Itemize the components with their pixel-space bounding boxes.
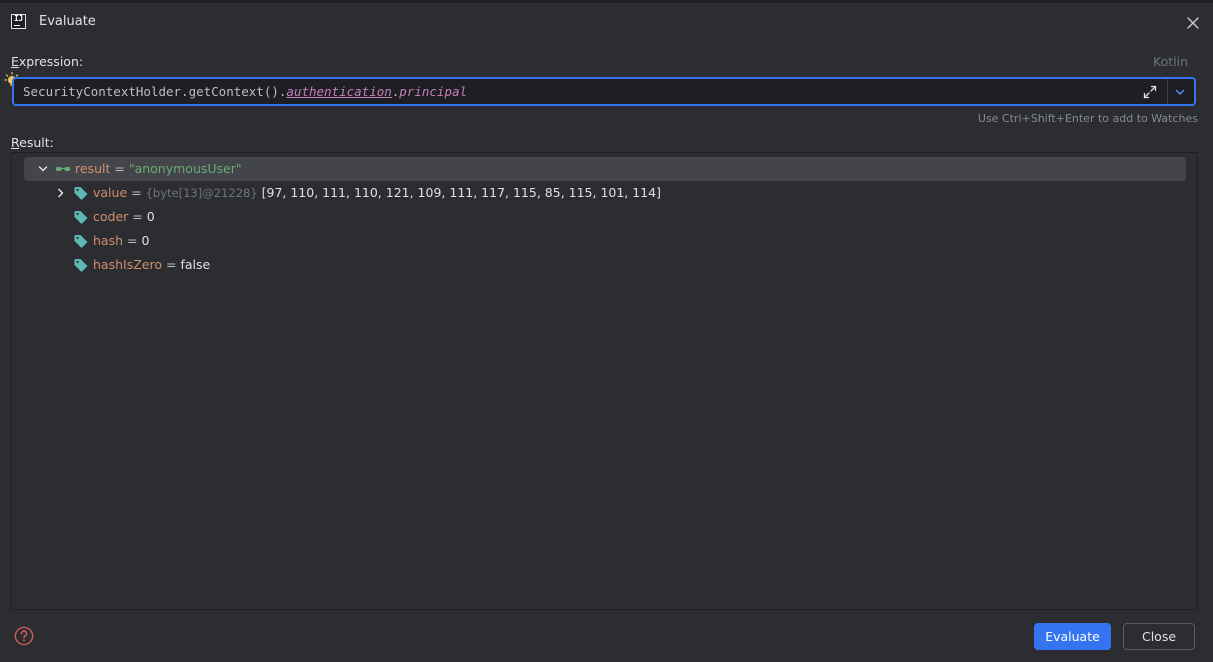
field-separator xyxy=(1167,79,1168,104)
node-name: coder xyxy=(93,209,129,224)
tree-row-hash[interactable]: hash = 0 xyxy=(24,229,1186,253)
node-name: value xyxy=(93,185,128,200)
title-top-edge xyxy=(0,0,1213,3)
help-icon[interactable] xyxy=(14,626,34,646)
field-tag-icon xyxy=(74,235,88,248)
intellij-idea-icon: IJ xyxy=(11,14,26,29)
language-indicator: Kotlin xyxy=(1153,54,1188,69)
node-equals: = xyxy=(165,257,177,272)
node-name: result xyxy=(75,161,111,176)
evaluate-dialog: IJ Evaluate Expression: Kotlin SecurityC… xyxy=(0,0,1213,662)
evaluate-button[interactable]: Evaluate xyxy=(1034,623,1111,650)
result-label: Result: xyxy=(11,135,54,150)
expression-input[interactable]: SecurityContextHolder.getContext().authe… xyxy=(12,77,1196,106)
node-value: false xyxy=(180,257,211,272)
expression-label: Expression: xyxy=(11,54,84,69)
field-tag-icon xyxy=(74,187,88,200)
close-icon[interactable] xyxy=(1186,16,1200,30)
chevron-right-icon[interactable] xyxy=(53,185,69,201)
node-name: hash xyxy=(93,233,124,248)
chevron-down-icon[interactable] xyxy=(35,161,51,177)
expand-icon[interactable] xyxy=(1142,84,1158,100)
node-value: "anonymousUser" xyxy=(128,161,242,176)
watch-glasses-icon xyxy=(56,167,70,171)
node-value: 0 xyxy=(146,209,155,224)
watches-hint: Use Ctrl+Shift+Enter to add to Watches xyxy=(977,112,1198,125)
tree-row-hashiszero[interactable]: hashIsZero = false xyxy=(24,253,1186,277)
node-equals: = xyxy=(131,185,142,200)
close-button[interactable]: Close xyxy=(1123,623,1195,650)
field-tag-icon xyxy=(74,211,88,224)
node-equals: = xyxy=(114,161,125,176)
result-tree[interactable]: result = "anonymousUser" value = {byte[1… xyxy=(11,152,1198,610)
title-bar: IJ Evaluate xyxy=(0,0,1213,44)
node-equals: = xyxy=(127,233,138,248)
chevron-down-icon[interactable] xyxy=(1172,84,1188,100)
node-value: 0 xyxy=(141,233,150,248)
field-tag-icon xyxy=(74,259,88,272)
node-equals: = xyxy=(132,209,143,224)
node-value: [97, 110, 111, 110, 121, 109, 111, 117, … xyxy=(261,185,661,200)
tree-row-coder[interactable]: coder = 0 xyxy=(24,205,1186,229)
node-name: hashIsZero xyxy=(93,257,162,272)
node-reference: {byte[13]@21228} xyxy=(145,186,258,200)
tree-row-value[interactable]: value = {byte[13]@21228} [97, 110, 111, … xyxy=(24,181,1186,205)
window-title: Evaluate xyxy=(39,14,96,29)
tree-row-result[interactable]: result = "anonymousUser" xyxy=(24,157,1186,181)
expression-text[interactable]: SecurityContextHolder.getContext().authe… xyxy=(23,84,467,99)
